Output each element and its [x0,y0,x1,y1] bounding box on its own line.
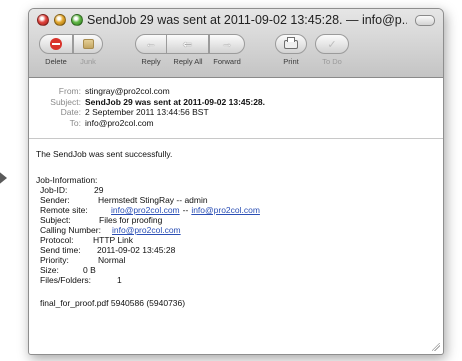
reply-all-arrow-icon: ⇐ [182,38,193,51]
job-id-label: Job-ID: [40,185,68,195]
sender-label: Sender: [40,195,70,205]
print-label: Print [283,57,299,66]
subject-label: Subject: [50,96,81,107]
date-row: Date: 2 September 2011 13:44:56 BST [29,107,443,118]
send-time-row: Send time: 2011-09-02 13:45:28 [36,245,443,255]
title-bar: SendJob 29 was sent at 2011-09-02 13:45:… [29,9,443,78]
subject-info-row: Subject: Files for proofing [36,215,443,225]
files-folders-value: 1 [117,275,122,285]
junk-button[interactable] [73,34,103,54]
todo-label: To Do [322,57,342,66]
to-label: To: [69,117,81,128]
reply-all-button[interactable]: ⇐ [167,34,209,54]
sender-row: Sender: Hermstedt StingRay -- admin [36,195,443,205]
remote-site-link[interactable]: info@pro2col.com [111,205,180,215]
zoom-window-button[interactable] [71,14,83,26]
toolbar: Delete Junk ← ⇐ → Reply Reply All Forwar… [39,34,433,74]
to-row: To: info@pro2col.com [29,118,443,129]
todo-button[interactable]: ✓ [315,34,349,54]
subject-value: SendJob 29 was sent at 2011-09-02 13:45:… [85,96,266,107]
reply-arrow-icon: ← [145,38,157,50]
from-value[interactable]: stingray@pro2col.com [85,86,170,97]
print-button[interactable] [275,34,307,54]
remote-site-separator: -- [182,205,189,215]
priority-value: Normal [98,255,126,265]
subject-info-value: Files for proofing [99,215,163,225]
sender-value: Hermstedt StingRay -- admin [98,195,208,205]
reply-all-label: Reply All [173,57,203,66]
send-time-label: Send time: [40,245,81,255]
forward-arrow-icon: → [221,38,233,50]
window-controls [37,14,83,26]
attachment-item[interactable]: final_for_proof.pdf 5940586 (5940736) [36,298,443,308]
remote-site-link-2[interactable]: info@pro2col.com [191,205,260,215]
message-body: The SendJob was sent successfully. Job-I… [29,139,443,308]
priority-row: Priority: Normal [36,255,443,265]
reply-label: Reply [141,57,161,66]
priority-label: Priority: [40,255,69,265]
minimize-window-button[interactable] [54,14,66,26]
forward-label: Forward [213,57,241,66]
remote-site-label: Remote site: [40,205,88,215]
close-window-button[interactable] [37,14,49,26]
junk-icon [82,39,94,49]
window-title: SendJob 29 was sent at 2011-09-02 13:45:… [87,13,407,27]
job-id-row: Job-ID: 29 [36,185,443,195]
size-row: Size: 0 B [36,265,443,275]
mail-window: SendJob 29 was sent at 2011-09-02 13:45:… [28,8,444,355]
date-label: Date: [60,107,81,117]
size-label: Size: [40,265,59,275]
files-folders-label: Files/Folders: [40,275,92,285]
reply-button[interactable]: ← [135,34,167,54]
files-folders-row: Files/Folders: 1 [36,275,443,285]
toolbar-toggle-button[interactable] [415,15,435,26]
forward-button[interactable]: → [209,34,245,54]
job-info-heading: Job-Information: [36,175,98,185]
calling-number-link[interactable]: info@pro2col.com [112,225,181,235]
subject-info-label: Subject: [40,215,71,225]
printer-icon [284,36,298,49]
delete-label: Delete [45,57,67,66]
message-headers: From: stingray@pro2col.com Subject: Send… [29,78,443,128]
delete-button[interactable] [39,34,73,54]
size-value: 0 B [83,265,96,275]
subject-row: Subject: SendJob 29 was sent at 2011-09-… [29,97,443,108]
delete-icon [50,38,62,50]
resize-grip-icon[interactable] [432,343,440,351]
job-id-value: 29 [94,185,104,195]
from-label: From: [58,86,81,96]
protocol-label: Protocol: [40,235,74,245]
calling-number-row: Calling Number: info@pro2col.com [36,225,443,235]
send-time-value: 2011-09-02 13:45:28 [97,245,176,255]
remote-site-row: Remote site: info@pro2col.com -- info@pr… [36,205,443,215]
junk-label: Junk [80,57,96,66]
calling-number-label: Calling Number: [40,225,101,235]
status-message: The SendJob was sent successfully. [36,149,173,159]
protocol-value: HTTP Link [93,235,133,245]
protocol-row: Protocol: HTTP Link [36,235,443,245]
to-value[interactable]: info@pro2col.com [85,118,154,129]
pointer-arrow-icon [0,170,7,186]
checkmark-icon: ✓ [327,38,337,51]
from-row: From: stingray@pro2col.com [29,86,443,97]
date-value: 2 September 2011 13:44:56 BST [85,107,209,117]
